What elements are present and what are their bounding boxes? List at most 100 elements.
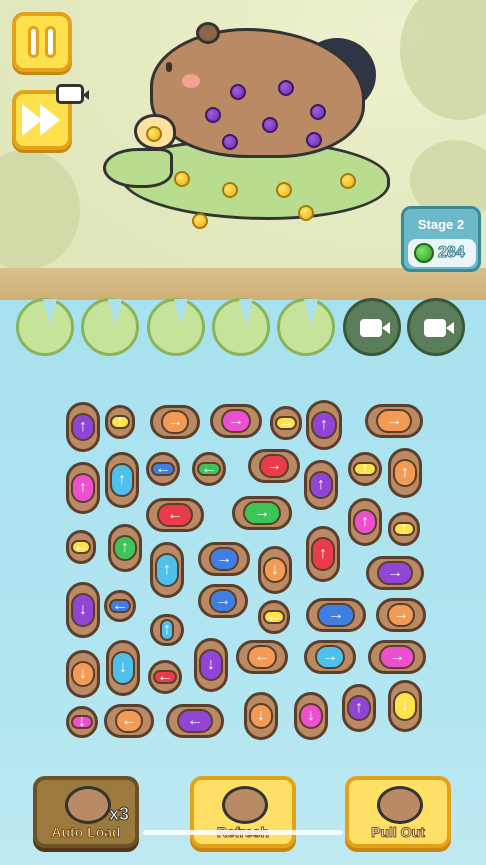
purple-marble [306, 132, 322, 148]
capybara-cheek [182, 74, 200, 88]
fast-forward-button[interactable] [12, 84, 89, 150]
capybara-piece-orange-up[interactable]: ↑ [388, 448, 422, 498]
arrow-right-icon: → [315, 645, 345, 669]
arrow-down-icon: ↓ [299, 703, 323, 729]
capybara-piece-pink-up[interactable]: ↑ [66, 462, 100, 514]
arrow-left-icon: ← [109, 598, 131, 614]
arrow-down-icon: ↓ [393, 691, 417, 721]
capybara-piece-orange-down[interactable]: ↓ [66, 650, 100, 698]
capybara-piece-purple-down[interactable]: ↓ [66, 582, 100, 638]
capybara-piece-green-right[interactable]: → [232, 496, 292, 530]
capybara-piece-pink-right[interactable]: → [210, 404, 262, 438]
capybara-piece-green-left[interactable]: ← [192, 452, 226, 486]
fast-forward-icon [22, 104, 60, 136]
capybara-piece-pink-down[interactable]: ↓ [66, 706, 98, 738]
auto-load-button[interactable]: x3 Auto Load [33, 776, 139, 848]
arrow-up-icon: ↑ [353, 509, 377, 535]
capybara-piece-red-right[interactable]: → [248, 449, 300, 483]
capybara-piece-blue-right[interactable]: → [198, 542, 250, 576]
capybara-piece-purple-up[interactable]: ↑ [66, 402, 100, 452]
hand-pointer-icon [377, 786, 423, 824]
arrow-up-icon: ↑ [110, 463, 134, 497]
capybara-piece-red-left[interactable]: ← [148, 660, 182, 694]
arrow-up-icon: ↑ [71, 413, 95, 441]
pull-out-label: Pull Out [371, 824, 426, 841]
capybara-piece-purple-up[interactable]: ↑ [342, 684, 376, 732]
capybara-piece-orange-down[interactable]: ↓ [244, 692, 278, 740]
game-screen: Stage 2 284 ↑ ↑ → → → ↑ → ↑ ↑ ← ← → ↑ ↑ ↑ ← → ↑ ↑ ← ↑ ↑ → ↓ ↑ → ↓ ←… [0, 0, 486, 865]
capybara-piece-purple-down[interactable]: ↓ [194, 638, 228, 692]
purple-marble [278, 80, 294, 96]
arrow-up-icon: ↑ [155, 553, 179, 587]
arrow-up-icon: ↑ [160, 619, 174, 641]
capybara-icon [65, 786, 111, 824]
arrow-right-icon: → [317, 603, 355, 627]
capybara-piece-pink-down[interactable]: ↓ [294, 692, 328, 740]
arrow-left-icon: ← [263, 609, 285, 625]
coin-count: 284 [438, 244, 466, 262]
capybara-piece-blue-left[interactable]: ← [146, 452, 180, 486]
lily-pad-slot [16, 298, 74, 356]
purple-marble [310, 104, 326, 120]
video-icon [424, 319, 454, 337]
arrow-right-icon: → [387, 603, 415, 627]
arrow-right-icon: → [259, 454, 289, 478]
arrow-down-icon: ↓ [263, 557, 287, 583]
arrow-left-icon: ← [153, 669, 177, 685]
locked-slot-button[interactable] [343, 298, 401, 356]
video-icon [360, 319, 390, 337]
capybara-piece-purple-up[interactable]: ↑ [306, 400, 342, 450]
locked-slot-button[interactable] [407, 298, 465, 356]
arrow-right-icon: → [377, 561, 413, 585]
capybara-piece-yellow-up[interactable]: ↑ [105, 405, 135, 439]
gold-coin [174, 171, 190, 187]
capybara-piece-cyan-up[interactable]: ↑ [150, 614, 184, 646]
pause-button[interactable] [12, 12, 72, 72]
coin-counter: 284 [408, 239, 476, 267]
capybara-piece-yellow-up[interactable]: ↑ [388, 512, 420, 546]
capybara-piece-pink-up[interactable]: ↑ [348, 498, 382, 546]
stage-badge: Stage 2 284 [401, 206, 481, 272]
arrow-left-icon: ← [247, 645, 277, 669]
capybara-piece-pink-right[interactable]: → [368, 640, 426, 674]
gold-coin [340, 173, 356, 189]
lily-pad-slot [81, 298, 139, 356]
arrow-down-icon: ↓ [71, 661, 95, 687]
capybara-piece-cyan-right[interactable]: → [304, 640, 356, 674]
pull-out-button[interactable]: Pull Out [345, 776, 451, 848]
bush [400, 0, 486, 120]
capybara-piece-orange-right[interactable]: → [150, 405, 200, 439]
capybara-piece-cyan-up[interactable]: ↑ [105, 452, 139, 508]
arrow-right-icon: → [376, 409, 412, 433]
capybara-piece-purple-left[interactable]: ← [166, 704, 224, 738]
refresh-button[interactable]: Refresh [190, 776, 296, 848]
capybara-piece-cyan-down[interactable]: ↓ [106, 640, 140, 696]
capybara-piece-blue-right[interactable]: → [306, 598, 366, 632]
capybara-piece-orange-down[interactable]: ↓ [258, 546, 292, 594]
arrow-left-icon: ← [71, 538, 91, 555]
capybara-piece-red-up[interactable]: ↑ [306, 526, 340, 582]
capybara-piece-purple-up[interactable]: ↑ [304, 460, 338, 510]
capybara-piece-yellow-up[interactable]: ↑ [348, 452, 382, 486]
capybara-piece-blue-left[interactable]: ← [104, 590, 136, 622]
video-icon [56, 84, 89, 104]
arrow-up-icon: ↑ [353, 461, 377, 477]
capybara-piece-orange-right[interactable]: → [376, 598, 426, 632]
capybara-piece-yellow-left[interactable]: ← [258, 600, 290, 634]
capybara-piece-blue-right[interactable]: → [198, 584, 248, 618]
arrow-right-icon: → [275, 415, 297, 431]
refresh-icon [222, 786, 268, 824]
arrow-left-icon: ← [177, 709, 213, 733]
capybara-piece-yellow-right[interactable]: → [270, 406, 302, 440]
capybara-piece-orange-left[interactable]: ← [236, 640, 288, 674]
capybara-piece-orange-right[interactable]: → [365, 404, 423, 438]
capybara-piece-red-left[interactable]: ← [146, 498, 204, 532]
capybara-piece-green-up[interactable]: ↑ [108, 524, 142, 572]
arrow-down-icon: ↓ [71, 593, 95, 627]
capybara-piece-orange-left[interactable]: ← [104, 704, 154, 738]
capybara-piece-yellow-left[interactable]: ← [66, 530, 96, 564]
gold-coin [192, 213, 208, 229]
capybara-piece-cyan-up[interactable]: ↑ [150, 542, 184, 598]
capybara-piece-purple-right[interactable]: → [366, 556, 424, 590]
capybara-piece-yellow-down[interactable]: ↓ [388, 680, 422, 732]
